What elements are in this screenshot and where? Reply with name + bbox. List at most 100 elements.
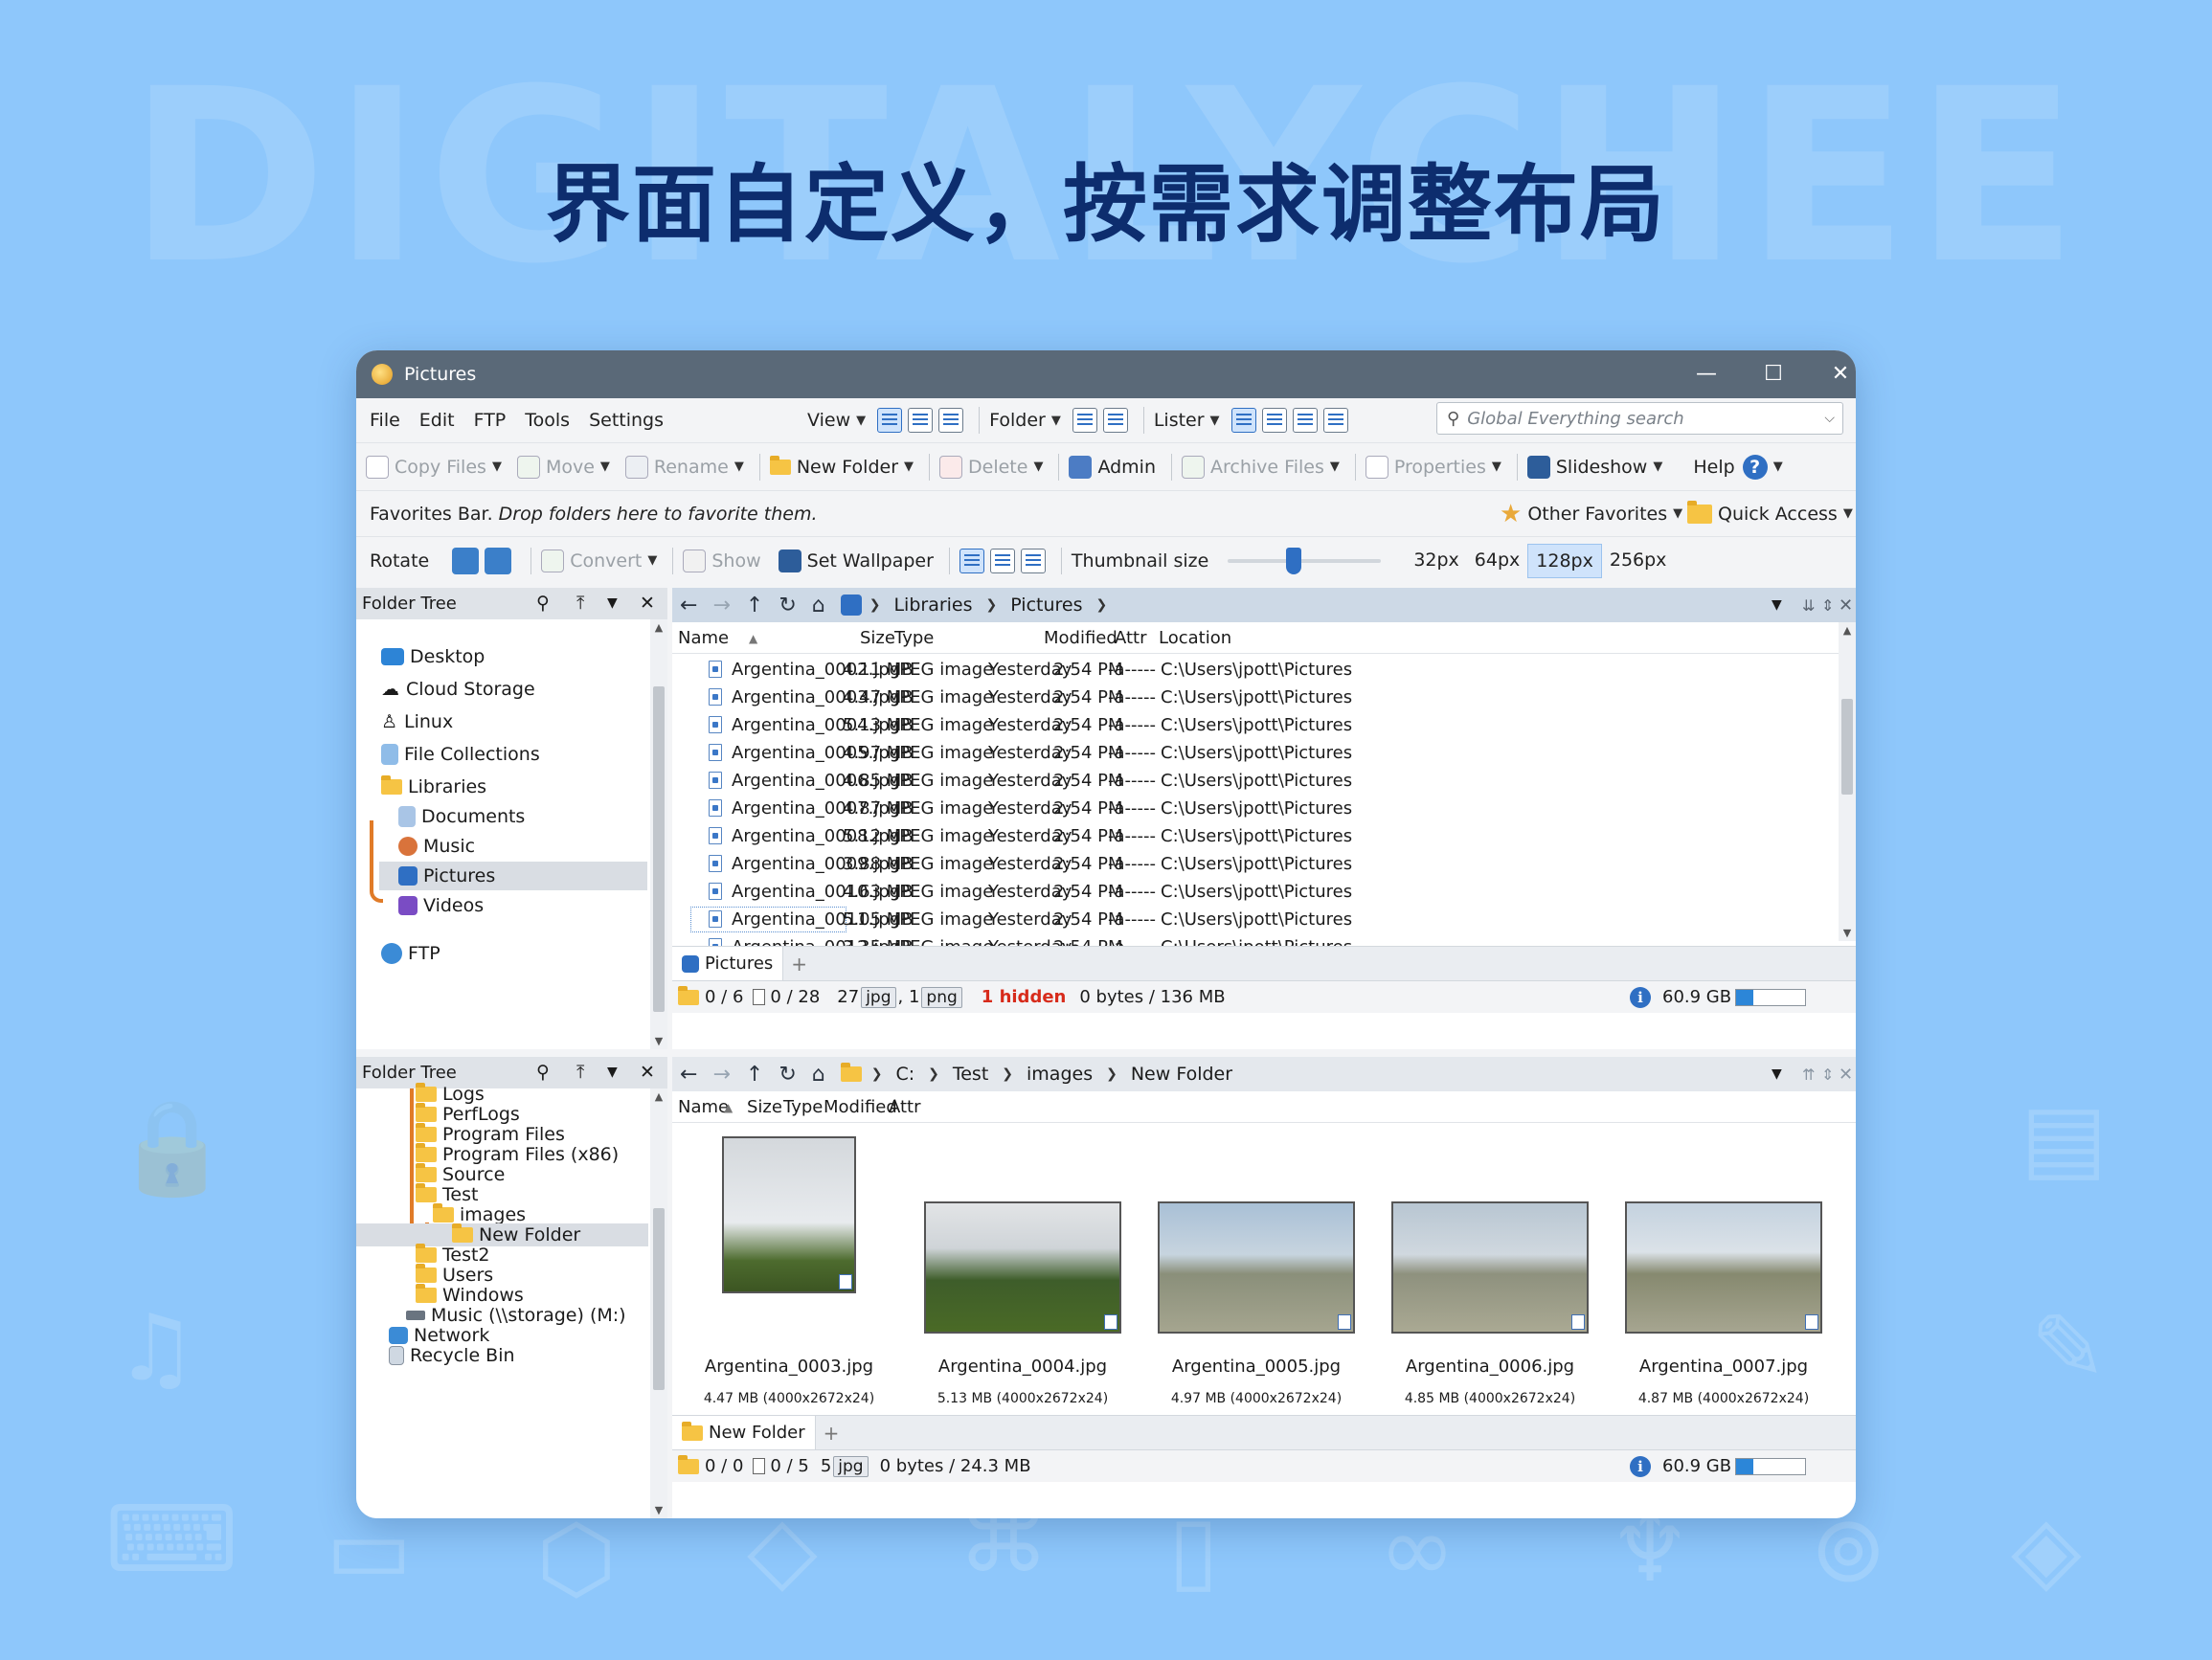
table-row[interactable]: Argentina_0008.jpg 5.12 MB JPEG image Yeste… bbox=[672, 822, 1839, 850]
menu-tools[interactable]: Tools bbox=[525, 410, 570, 431]
thumbnail-item[interactable]: Argentina_0005.jpg 4.97 MB (4000x2672x24) bbox=[1149, 1123, 1364, 1429]
search-icon[interactable]: ⚲ bbox=[536, 1057, 550, 1088]
jpg-filter-badge[interactable]: jpg bbox=[833, 1455, 869, 1477]
thumbnail-item[interactable]: Argentina_0006.jpg 4.85 MB (4000x2672x24) bbox=[1383, 1123, 1597, 1429]
table-row[interactable]: Argentina_0010.jpg 4.63 MB JPEG image Yeste… bbox=[672, 878, 1839, 906]
thumbnail-item[interactable]: Argentina_0003.jpg 4.47 MB (4000x2672x24) bbox=[682, 1123, 896, 1429]
up-arrow-icon[interactable]: ↑ bbox=[746, 594, 763, 617]
breadcrumb-drive[interactable]: C: bbox=[895, 1064, 914, 1085]
table-row[interactable]: Argentina_0009.jpg 3.88 MB JPEG image Yeste… bbox=[672, 850, 1839, 878]
menu-file[interactable]: File bbox=[370, 410, 400, 431]
delete-button[interactable]: Delete ▼ bbox=[939, 455, 1043, 479]
column-attr[interactable]: Attr bbox=[889, 1097, 921, 1117]
column-location[interactable]: Location bbox=[1159, 628, 1231, 648]
scrollbar-thumb[interactable] bbox=[653, 1208, 665, 1390]
show-button[interactable]: Show bbox=[683, 549, 761, 572]
size-128px[interactable]: 128px bbox=[1527, 543, 1602, 578]
refresh-icon[interactable]: ↻ bbox=[779, 594, 796, 617]
hidden-count[interactable]: 1 hidden bbox=[982, 987, 1067, 1007]
view-power-icon[interactable] bbox=[908, 408, 934, 433]
size-64px[interactable]: 64px bbox=[1467, 544, 1527, 578]
minimize-button[interactable]: — bbox=[1673, 350, 1740, 398]
thumb-view-icon[interactable] bbox=[959, 548, 984, 573]
image-thumbnail[interactable] bbox=[924, 1201, 1121, 1334]
folder-layout-icon[interactable] bbox=[1072, 408, 1097, 433]
column-size[interactable]: Size bbox=[747, 1097, 782, 1117]
tree-item-desktop[interactable]: Desktop bbox=[381, 642, 485, 671]
slideshow-button[interactable]: Slideshow ▼ bbox=[1526, 455, 1662, 479]
forward-arrow-icon[interactable]: → bbox=[712, 594, 730, 617]
pane-arrange-icon[interactable]: ⇕ bbox=[1821, 1066, 1834, 1084]
tree-item-cloud-storage[interactable]: ☁ Cloud Storage bbox=[381, 675, 535, 704]
column-name[interactable]: Name bbox=[678, 628, 729, 648]
tree-item-file-collections[interactable]: File Collections bbox=[381, 740, 540, 769]
collapse-up-icon[interactable]: ⤒ bbox=[576, 1057, 584, 1088]
home-icon[interactable]: ⌂ bbox=[812, 1063, 825, 1087]
lister-viewer-icon[interactable] bbox=[1322, 408, 1348, 433]
folder-dual-icon[interactable] bbox=[1102, 408, 1128, 433]
table-row[interactable]: Argentina_0002.jpg 4.11 MB JPEG image Yeste… bbox=[672, 656, 1839, 684]
copy-files-button[interactable]: Copy Files ▼ bbox=[366, 455, 502, 479]
column-modified[interactable]: Modified bbox=[824, 1097, 897, 1117]
table-row[interactable]: Argentina_0007.jpg 4.87 MB JPEG image Yeste… bbox=[672, 795, 1839, 822]
table-row[interactable]: Argentina_0005.jpg 4.97 MB JPEG image Yeste… bbox=[672, 739, 1839, 767]
image-thumbnail[interactable] bbox=[1625, 1201, 1822, 1334]
table-row[interactable]: Argentina_0006.jpg 4.85 MB JPEG image Yeste… bbox=[672, 767, 1839, 795]
jpg-filter-badge[interactable]: jpg bbox=[861, 986, 896, 1008]
breadcrumb-test[interactable]: Test bbox=[953, 1064, 988, 1085]
size-256px[interactable]: 256px bbox=[1602, 544, 1675, 578]
close-button[interactable]: ✕ bbox=[1807, 350, 1856, 398]
tree-item-linux[interactable]: ♙ Linux bbox=[381, 707, 453, 736]
view-details-icon[interactable] bbox=[877, 408, 903, 433]
lister-dual-vertical-icon[interactable] bbox=[1261, 408, 1287, 433]
breadcrumb-new-folder[interactable]: New Folder bbox=[1131, 1064, 1232, 1085]
collapse-up-icon[interactable]: ⤒ bbox=[576, 588, 584, 619]
scroll-up-icon[interactable]: ▲ bbox=[650, 621, 667, 634]
add-tab-button[interactable]: + bbox=[791, 953, 807, 976]
table-row[interactable]: Argentina_0004.jpg 5.13 MB JPEG image Yeste… bbox=[672, 711, 1839, 739]
move-button[interactable]: Move ▼ bbox=[516, 455, 610, 479]
png-filter-badge[interactable]: png bbox=[921, 986, 962, 1008]
thumbnail-item[interactable]: Argentina_0007.jpg 4.87 MB (4000x2672x24) bbox=[1616, 1123, 1831, 1429]
pane-sort-icon[interactable]: ⇈ bbox=[1802, 1066, 1815, 1084]
image-thumbnail[interactable] bbox=[722, 1136, 856, 1293]
new-folder-button[interactable]: New Folder ▼ bbox=[769, 455, 914, 478]
scrollbar-thumb[interactable] bbox=[653, 686, 665, 1012]
refresh-icon[interactable]: ↻ bbox=[779, 1063, 796, 1087]
rotate-right-icon[interactable] bbox=[485, 547, 512, 574]
column-modified[interactable]: Modified bbox=[1044, 628, 1117, 648]
rotate-left-icon[interactable] bbox=[452, 547, 480, 574]
quick-access-button[interactable]: Quick Access ▼ bbox=[1687, 500, 1853, 525]
forward-arrow-icon[interactable]: → bbox=[712, 1063, 730, 1087]
folder-menu[interactable]: Folder ▼ bbox=[989, 410, 1061, 431]
column-attr[interactable]: Attr bbox=[1115, 628, 1147, 648]
tab-new-folder[interactable]: New Folder bbox=[672, 1415, 816, 1450]
path-dropdown-icon[interactable]: ▼ bbox=[1772, 597, 1782, 613]
search-icon[interactable]: ⚲ bbox=[536, 588, 550, 619]
thumbnail-item[interactable]: Argentina_0004.jpg 5.13 MB (4000x2672x24) bbox=[915, 1123, 1130, 1429]
table-row[interactable]: Argentina_0011.jpg 5.05 MB JPEG image Yeste… bbox=[689, 906, 1352, 933]
tree-item-new-folder[interactable]: New Folder bbox=[356, 1223, 648, 1246]
info-icon[interactable]: i bbox=[1630, 1455, 1651, 1477]
set-wallpaper-button[interactable]: Set Wallpaper bbox=[778, 549, 934, 572]
breadcrumb-libraries[interactable]: Libraries bbox=[893, 594, 972, 616]
maximize-button[interactable]: ☐ bbox=[1740, 350, 1807, 398]
menu-settings[interactable]: Settings bbox=[589, 410, 664, 431]
tree-scrollbar[interactable]: ▲ ▼ bbox=[650, 619, 667, 1049]
scroll-down-icon[interactable]: ▼ bbox=[650, 1035, 667, 1047]
tree-item-libraries[interactable]: Libraries bbox=[381, 773, 486, 801]
lister-tree-icon[interactable] bbox=[1292, 408, 1318, 433]
menu-edit[interactable]: Edit bbox=[419, 410, 455, 431]
other-favorites-button[interactable]: ★ Other Favorites ▼ bbox=[1500, 500, 1682, 528]
lister-menu[interactable]: Lister ▼ bbox=[1154, 410, 1220, 431]
properties-button[interactable]: Properties ▼ bbox=[1365, 455, 1501, 479]
size-32px[interactable]: 32px bbox=[1406, 544, 1466, 578]
pane-sort-icon[interactable]: ⇊ bbox=[1802, 596, 1815, 615]
tree-item-music[interactable]: Music bbox=[398, 832, 475, 861]
scroll-down-icon[interactable]: ▼ bbox=[650, 1504, 667, 1516]
column-size[interactable]: Size bbox=[860, 628, 895, 648]
close-icon[interactable]: ✕ bbox=[640, 588, 655, 619]
convert-button[interactable]: Convert ▼ bbox=[541, 549, 657, 572]
scroll-up-icon[interactable]: ▲ bbox=[650, 1090, 667, 1103]
help-button[interactable]: Help? ▼ bbox=[1693, 454, 1783, 480]
